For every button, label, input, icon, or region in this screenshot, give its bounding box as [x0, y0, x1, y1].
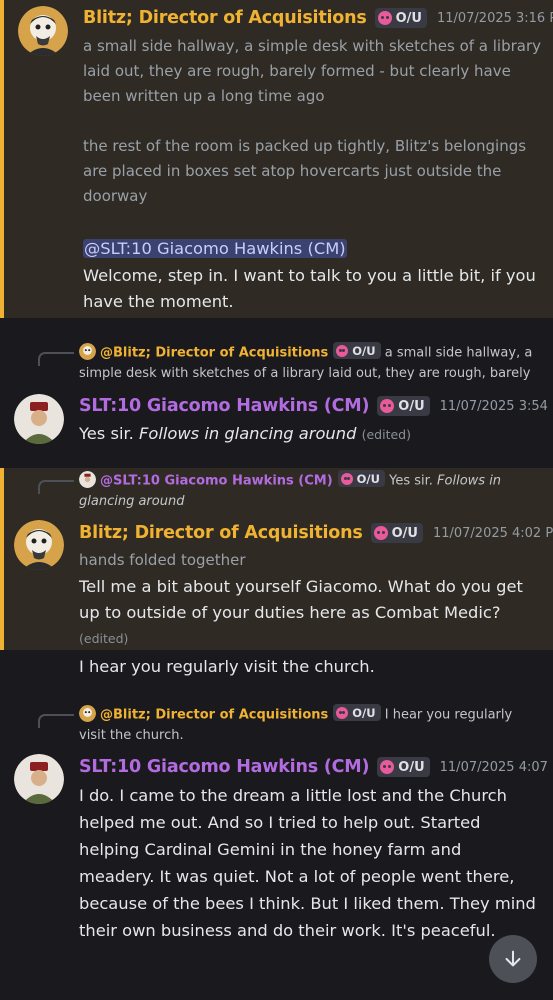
- reply-spine: [38, 352, 74, 366]
- role-tag: O/U: [337, 470, 385, 487]
- message-header: SLT:10 Giacomo Hawkins (CM) O/U 11/07/20…: [79, 757, 553, 777]
- pink-skull-icon: [380, 760, 395, 774]
- avatar-giacomo[interactable]: [14, 754, 64, 804]
- user-mention[interactable]: @SLT:10 Giacomo Hawkins (CM): [83, 239, 347, 258]
- role-tag: O/U: [333, 342, 381, 359]
- reply-preview[interactable]: @Blitz; Director of Acquisitions O/U a sm…: [79, 342, 541, 384]
- reply-preview[interactable]: @SLT:10 Giacomo Hawkins (CM) O/U Yes sir.…: [79, 470, 541, 512]
- message-blitz-1: Blitz; Director of Acquisitions O/U 11/0…: [0, 0, 553, 318]
- timestamp: 11/07/2025 4:02 PM: [432, 525, 553, 541]
- timestamp: 11/07/2025 3:16 PM: [436, 10, 553, 26]
- message-text: Welcome, step in. I want to talk to you …: [83, 266, 536, 311]
- author-name[interactable]: Blitz; Director of Acquisitions: [79, 523, 363, 543]
- reply-spine: [38, 714, 74, 728]
- message-header: SLT:10 Giacomo Hawkins (CM) O/U 11/07/20…: [79, 396, 553, 416]
- message-text: I do. I came to the dream a little lost …: [79, 786, 536, 940]
- pink-skull-icon: [377, 11, 392, 25]
- pink-skull-icon: [373, 526, 388, 540]
- avatar-giacomo-small: [79, 470, 96, 488]
- message-giacomo-1: @Blitz; Director of Acquisitions O/U a sm…: [0, 318, 553, 468]
- mention-line: @SLT:10 Giacomo Hawkins (CM): [83, 236, 545, 262]
- message-text: Yes sir. Follows in glancing around (edi…: [79, 424, 411, 443]
- avatar-blitz[interactable]: [14, 520, 64, 570]
- reply-preview[interactable]: @Blitz; Director of Acquisitions O/U I he…: [79, 704, 541, 746]
- author-name[interactable]: SLT:10 Giacomo Hawkins (CM): [79, 396, 369, 416]
- action-text: hands folded together: [79, 551, 246, 569]
- action-text: the rest of the room is packed up tightl…: [83, 137, 527, 205]
- message-text-followup: I hear you regularly visit the church.: [79, 657, 375, 676]
- pink-skull-icon: [380, 399, 395, 413]
- message-header: Blitz; Director of Acquisitions O/U 11/0…: [83, 8, 553, 28]
- reply-spine: [38, 480, 74, 494]
- reply-author[interactable]: @SLT:10 Giacomo Hawkins (CM): [100, 474, 333, 489]
- message-text: Tell me a bit about yourself Giacomo. Wh…: [79, 577, 523, 646]
- role-tag: O/U: [374, 8, 427, 28]
- timestamp: 11/07/2025 3:54 PM: [439, 398, 553, 414]
- timestamp: 11/07/2025 4:07 PM: [439, 759, 553, 775]
- author-name[interactable]: SLT:10 Giacomo Hawkins (CM): [79, 757, 369, 777]
- role-tag: O/U: [377, 757, 430, 777]
- pink-skull-icon: [336, 344, 349, 357]
- pink-skull-icon: [336, 706, 349, 719]
- author-name[interactable]: Blitz; Director of Acquisitions: [83, 8, 367, 28]
- message-blitz-2: @SLT:10 Giacomo Hawkins (CM) O/U Yes sir.…: [0, 468, 553, 650]
- reply-author[interactable]: @Blitz; Director of Acquisitions: [100, 708, 328, 723]
- pink-skull-icon: [340, 472, 353, 485]
- edited-label: (edited): [79, 631, 129, 646]
- message-header: Blitz; Director of Acquisitions O/U 11/0…: [79, 523, 553, 543]
- reply-author[interactable]: @Blitz; Director of Acquisitions: [100, 346, 328, 361]
- avatar-giacomo[interactable]: [14, 394, 64, 444]
- role-tag: O/U: [377, 396, 430, 416]
- arrow-down-icon: [505, 950, 521, 967]
- jump-to-present-button[interactable]: [489, 935, 537, 983]
- edited-label: (edited): [361, 427, 411, 442]
- message-giacomo-2: @Blitz; Director of Acquisitions O/U I he…: [0, 696, 553, 1000]
- avatar-blitz[interactable]: [18, 6, 68, 56]
- role-tag: O/U: [333, 704, 381, 721]
- avatar-blitz-small: [79, 704, 96, 722]
- role-tag: O/U: [370, 523, 423, 543]
- action-text: a small side hallway, a simple desk with…: [83, 37, 542, 105]
- avatar-blitz-small: [79, 342, 96, 360]
